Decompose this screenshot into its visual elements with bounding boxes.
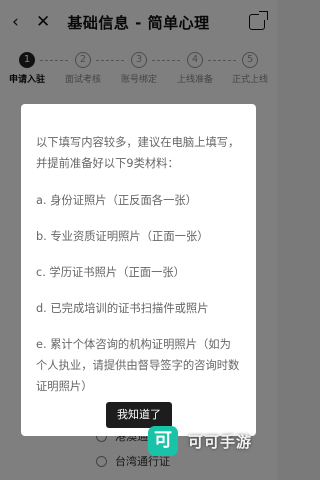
material-item: a. 身份证照片（正反面各一张） (36, 194, 197, 207)
watermark: 可 可可手游 (148, 426, 252, 456)
material-item: b. 专业资质证明照片（正面一张） (36, 230, 209, 243)
materials-notice-dialog: 以下填写内容较多，建议在电脑上填写，并提前准备好以下9类材料： a. 身份证照片… (21, 104, 256, 436)
material-item: d. 已完成培训的证书扫描件或照片 (36, 302, 209, 315)
watermark-text: 可可手游 (188, 432, 253, 451)
got-it-button[interactable]: 我知道了 (106, 402, 172, 428)
material-item: e. 累计个体咨询的机构证明照片（如为个人执业，请提供由督导签字的咨询时数证明照… (36, 338, 240, 393)
material-item: c. 学历证书照片（正面一张） (36, 266, 185, 279)
dialog-intro: 以下填写内容较多，建议在电脑上填写，并提前准备好以下9类材料： (36, 136, 240, 170)
watermark-logo: 可 (148, 426, 178, 456)
